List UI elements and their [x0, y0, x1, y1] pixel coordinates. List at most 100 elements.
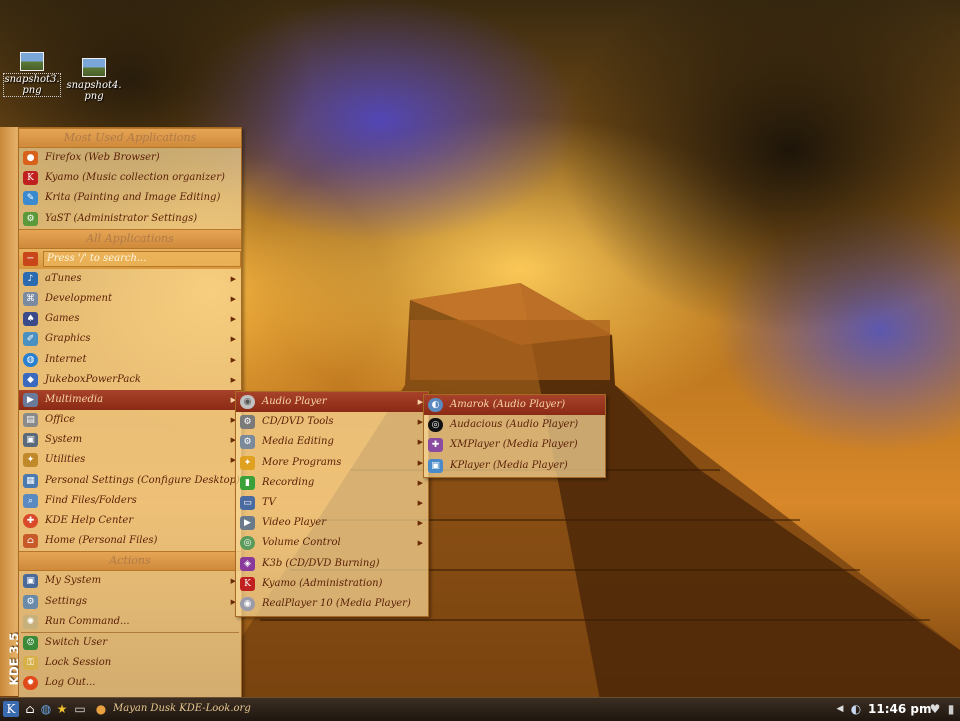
menu-item-personal-settings[interactable]: ▦ Personal Settings (Configure Desktop): [19, 471, 241, 491]
desktop-icon-label: snapshot3. png: [3, 73, 61, 97]
submenu-item-audio-player[interactable]: ◉ Audio Player ▶: [236, 392, 428, 413]
submenu-item-media-editing[interactable]: ⚙ Media Editing ▶: [236, 432, 428, 452]
menu-item-kde-help-center[interactable]: ✚ KDE Help Center: [19, 511, 241, 531]
system-icon: ▣: [23, 433, 38, 448]
tray-arrow-left-icon[interactable]: ◀: [832, 701, 848, 717]
desktop-file-icon[interactable]: snapshot4. png: [66, 58, 122, 102]
menu-item-kyamo[interactable]: K Kyamo (Music collection organizer): [19, 168, 241, 188]
submenu-arrow-icon: ▶: [230, 355, 236, 364]
clear-search-icon[interactable]: −: [23, 251, 38, 266]
more-programs-icon: ✦: [240, 455, 255, 470]
taskbar-task-firefox[interactable]: Mayan Dusk KDE-Look.org: [113, 701, 263, 717]
menu-item-home[interactable]: ⌂ Home (Personal Files): [19, 531, 241, 551]
run-command-icon: ✺: [23, 614, 38, 629]
xmplayer-icon: ✚: [428, 438, 443, 453]
menu-item-graphics[interactable]: ✐ Graphics ▶: [19, 329, 241, 349]
network-tray-icon[interactable]: ◐: [848, 701, 864, 717]
menu-item-office[interactable]: ▤ Office ▶: [19, 410, 241, 430]
menu-item-my-system[interactable]: ▣ My System ▶: [19, 571, 241, 591]
clock[interactable]: 11:46 pm: [868, 700, 931, 718]
power-tray-icon[interactable]: ♥: [927, 701, 943, 717]
kmenu: Most Used Applications ● Firefox (Web Bro…: [18, 127, 242, 698]
menu-item-find-files[interactable]: ⌕ Find Files/Folders: [19, 491, 241, 511]
menu-item-system[interactable]: ▣ System ▶: [19, 430, 241, 450]
cd-dvd-icon: ⚙: [240, 415, 255, 430]
menu-item-settings[interactable]: ⚙ Settings ▶: [19, 592, 241, 612]
submenu-item-cd-dvd-tools[interactable]: ⚙ CD/DVD Tools ▶: [236, 412, 428, 432]
submenu-arrow-icon: ▶: [417, 498, 423, 507]
menu-item-firefox[interactable]: ● Firefox (Web Browser): [19, 148, 241, 168]
find-files-icon: ⌕: [23, 493, 38, 508]
audacious-icon: ◎: [428, 418, 443, 433]
submenu-item-more-programs[interactable]: ✦ More Programs ▶: [236, 453, 428, 473]
tv-icon: ▭: [240, 495, 255, 510]
realplayer-icon: ◉: [240, 596, 255, 611]
actions-header: Actions: [19, 551, 241, 572]
yast-icon: ⚙: [23, 211, 38, 226]
desktop-file-icon[interactable]: snapshot3. png: [3, 52, 61, 97]
krita-icon: ✎: [23, 191, 38, 206]
menu-item-run-command[interactable]: ✺ Run Command...: [19, 612, 241, 632]
menu-item-atunes[interactable]: ♪ aTunes ▶: [19, 269, 241, 289]
recording-icon: ▮: [240, 475, 255, 490]
submenu-arrow-icon: ▶: [230, 375, 236, 384]
jukebox-icon: ◆: [23, 372, 38, 387]
submenu-item-volume-control[interactable]: ◎ Volume Control ▶: [236, 533, 428, 553]
home-icon[interactable]: ⌂: [22, 701, 38, 717]
office-icon: ▤: [23, 413, 38, 428]
menu-item-jukeboxpowerpack[interactable]: ◆ JukeboxPowerPack ▶: [19, 370, 241, 390]
menu-item-development[interactable]: ⌘ Development ▶: [19, 289, 241, 309]
submenu-arrow-icon: ▶: [230, 315, 236, 324]
menu-item-internet[interactable]: ◍ Internet ▶: [19, 350, 241, 370]
submenu-item-audacious[interactable]: ◎ Audacious (Audio Player): [424, 415, 605, 435]
tray-arrow-right-icon[interactable]: ▮: [943, 701, 959, 717]
submenu-item-tv[interactable]: ▭ TV ▶: [236, 493, 428, 513]
kplayer-icon: ▣: [428, 458, 443, 473]
kyamo-admin-icon: K: [240, 576, 255, 591]
menu-search-bar: −: [19, 248, 241, 269]
multimedia-icon: ▶: [23, 392, 38, 407]
submenu-item-video-player[interactable]: ▶ Video Player ▶: [236, 513, 428, 533]
menu-search-input[interactable]: [43, 250, 241, 267]
kmenu-side-banner: KDE 3.5: [0, 127, 21, 696]
menu-item-krita[interactable]: ✎ Krita (Painting and Image Editing): [19, 188, 241, 208]
terminal-icon[interactable]: ▭: [72, 701, 88, 717]
log-out-icon: ✹: [23, 676, 38, 691]
desktop-icon-label: snapshot4. png: [66, 80, 122, 102]
menu-item-games[interactable]: ♠ Games ▶: [19, 309, 241, 329]
most-used-header: Most Used Applications: [19, 128, 241, 148]
kmenu-button-icon[interactable]: K: [3, 701, 19, 717]
personal-settings-icon: ▦: [23, 473, 38, 488]
browser-icon[interactable]: ◍: [38, 701, 54, 717]
submenu-item-kplayer[interactable]: ▣ KPlayer (Media Player): [424, 456, 605, 476]
submenu-arrow-icon: ▶: [230, 274, 236, 283]
menu-item-lock-session[interactable]: ⚿ Lock Session: [19, 653, 241, 673]
menu-item-log-out[interactable]: ✹ Log Out...: [19, 673, 241, 693]
home-icon: ⌂: [23, 534, 38, 549]
amarok-icon: ◐: [428, 398, 443, 412]
submenu-item-xmplayer[interactable]: ✚ XMPlayer (Media Player): [424, 435, 605, 455]
menu-item-utilities[interactable]: ✦ Utilities ▶: [19, 450, 241, 470]
submenu-arrow-icon: ▶: [230, 335, 236, 344]
submenu-arrow-icon: ▶: [417, 539, 423, 548]
submenu-item-k3b[interactable]: ◈ K3b (CD/DVD Burning): [236, 554, 428, 574]
internet-icon: ◍: [23, 352, 38, 367]
menu-item-yast[interactable]: ⚙ YaST (Administrator Settings): [19, 209, 241, 229]
submenu-item-realplayer[interactable]: ◉ RealPlayer 10 (Media Player): [236, 594, 428, 614]
switch-user-icon: ☺: [23, 635, 38, 650]
multimedia-submenu: ◉ Audio Player ▶ ⚙ CD/DVD Tools ▶ ⚙ Media Edi…: [235, 391, 429, 617]
all-applications-header: All Applications: [19, 228, 241, 249]
volume-control-icon: ◎: [240, 536, 255, 551]
menu-item-switch-user[interactable]: ☺ Switch User: [19, 633, 241, 653]
image-file-icon: [20, 52, 44, 71]
submenu-item-recording[interactable]: ▮ Recording ▶: [236, 473, 428, 493]
audio-player-submenu: ◐ Amarok (Audio Player) ◎ Audacious (Audio…: [423, 394, 606, 478]
menu-item-multimedia[interactable]: ▶ Multimedia ▶: [19, 389, 241, 411]
utilities-icon: ✦: [23, 453, 38, 468]
submenu-arrow-icon: ▶: [230, 294, 236, 303]
favorites-star-icon[interactable]: ★: [54, 701, 70, 717]
submenu-item-kyamo-admin[interactable]: K Kyamo (Administration): [236, 574, 428, 594]
lock-session-icon: ⚿: [23, 656, 38, 671]
development-icon: ⌘: [23, 291, 38, 306]
submenu-item-amarok[interactable]: ◐ Amarok (Audio Player): [424, 395, 605, 416]
